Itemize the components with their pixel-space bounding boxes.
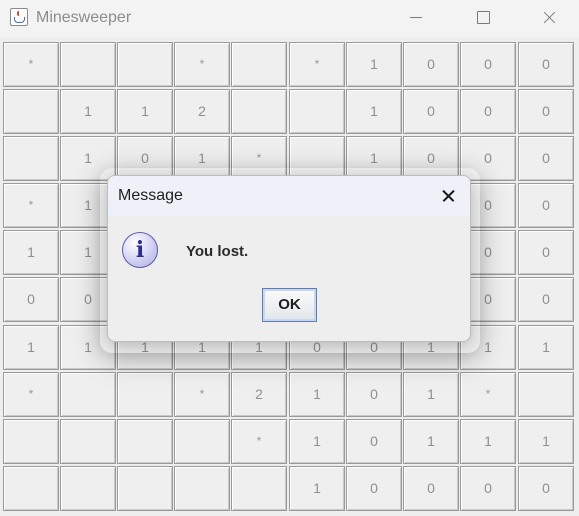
cell-r2-c0[interactable] (3, 136, 59, 181)
cell-r3-c9[interactable]: 0 (518, 183, 574, 228)
cell-r7-c0[interactable]: * (3, 372, 59, 417)
cell-r3-c0[interactable]: * (3, 183, 59, 228)
dialog-message: You lost. (186, 243, 249, 260)
dialog-title-bar[interactable]: Message (108, 176, 470, 216)
cell-r8-c2[interactable] (117, 419, 173, 464)
minesweeper-window: Minesweeper * * * 1 0 0 0 1 1 2 1 0 0 0 1 0 1 * 1 0 0 0 * 1 0 0 1 1… (0, 0, 579, 516)
cell-r7-c1[interactable] (60, 372, 116, 417)
cell-r2-c8[interactable]: 0 (460, 136, 516, 181)
cell-r0-c9[interactable]: 0 (518, 42, 574, 87)
cell-r8-c8[interactable]: 1 (460, 419, 516, 464)
dialog-title: Message (118, 187, 183, 204)
cell-r0-c3[interactable]: * (174, 42, 230, 87)
cell-r6-c0[interactable]: 1 (3, 325, 59, 370)
cell-r0-c7[interactable]: 0 (403, 42, 459, 87)
cell-r2-c9[interactable]: 0 (518, 136, 574, 181)
cell-r8-c6[interactable]: 0 (346, 419, 402, 464)
cell-r1-c4[interactable] (231, 89, 287, 134)
cell-r1-c3[interactable]: 2 (174, 89, 230, 134)
cell-r7-c4[interactable]: 2 (231, 372, 287, 417)
cell-r1-c0[interactable] (3, 89, 59, 134)
cell-r1-c9[interactable]: 0 (518, 89, 574, 134)
cell-r9-c7[interactable]: 0 (403, 466, 459, 511)
cell-r1-c5[interactable] (289, 89, 345, 134)
cell-r0-c1[interactable] (60, 42, 116, 87)
cell-r9-c5[interactable]: 1 (289, 466, 345, 511)
window-title: Minesweeper (36, 9, 132, 26)
cell-r0-c5[interactable]: * (289, 42, 345, 87)
dialog-close-icon[interactable] (432, 180, 464, 212)
cell-r5-c0[interactable]: 0 (3, 277, 59, 322)
cell-r9-c8[interactable]: 0 (460, 466, 516, 511)
cell-r7-c6[interactable]: 0 (346, 372, 402, 417)
cell-r7-c9[interactable] (518, 372, 574, 417)
cell-r7-c7[interactable]: 1 (403, 372, 459, 417)
cell-r7-c3[interactable]: * (174, 372, 230, 417)
cell-r8-c3[interactable] (174, 419, 230, 464)
cell-r8-c9[interactable]: 1 (518, 419, 574, 464)
cell-r8-c7[interactable]: 1 (403, 419, 459, 464)
cell-r1-c1[interactable]: 1 (60, 89, 116, 134)
cell-r0-c4[interactable] (231, 42, 287, 87)
cell-r1-c7[interactable]: 0 (403, 89, 459, 134)
minimize-icon[interactable] (393, 0, 439, 36)
title-bar[interactable]: Minesweeper (0, 0, 579, 37)
cell-r7-c8[interactable]: * (460, 372, 516, 417)
ok-button[interactable]: OK (262, 288, 317, 322)
cell-r0-c6[interactable]: 1 (346, 42, 402, 87)
cell-r9-c0[interactable] (3, 466, 59, 511)
cell-r9-c2[interactable] (117, 466, 173, 511)
cell-r1-c6[interactable]: 1 (346, 89, 402, 134)
cell-r6-c9[interactable]: 1 (518, 325, 574, 370)
cell-r4-c0[interactable]: 1 (3, 230, 59, 275)
maximize-icon[interactable] (461, 0, 507, 36)
cell-r4-c9[interactable]: 0 (518, 230, 574, 275)
message-dialog: Message i You lost. OK (107, 175, 471, 342)
cell-r9-c6[interactable]: 0 (346, 466, 402, 511)
cell-r9-c1[interactable] (60, 466, 116, 511)
cell-r9-c9[interactable]: 0 (518, 466, 574, 511)
info-icon: i (122, 232, 158, 268)
java-app-icon (10, 8, 28, 26)
cell-r9-c3[interactable] (174, 466, 230, 511)
cell-r7-c2[interactable] (117, 372, 173, 417)
cell-r1-c2[interactable]: 1 (117, 89, 173, 134)
cell-r9-c4[interactable] (231, 466, 287, 511)
cell-r2-c1[interactable]: 1 (60, 136, 116, 181)
cell-r8-c5[interactable]: 1 (289, 419, 345, 464)
cell-r8-c1[interactable] (60, 419, 116, 464)
cell-r5-c9[interactable]: 0 (518, 277, 574, 322)
cell-r0-c8[interactable]: 0 (460, 42, 516, 87)
cell-r8-c0[interactable] (3, 419, 59, 464)
cell-r7-c5[interactable]: 1 (289, 372, 345, 417)
cell-r0-c2[interactable] (117, 42, 173, 87)
close-icon[interactable] (526, 0, 572, 36)
cell-r1-c8[interactable]: 0 (460, 89, 516, 134)
cell-r8-c4[interactable]: * (231, 419, 287, 464)
cell-r0-c0[interactable]: * (3, 42, 59, 87)
